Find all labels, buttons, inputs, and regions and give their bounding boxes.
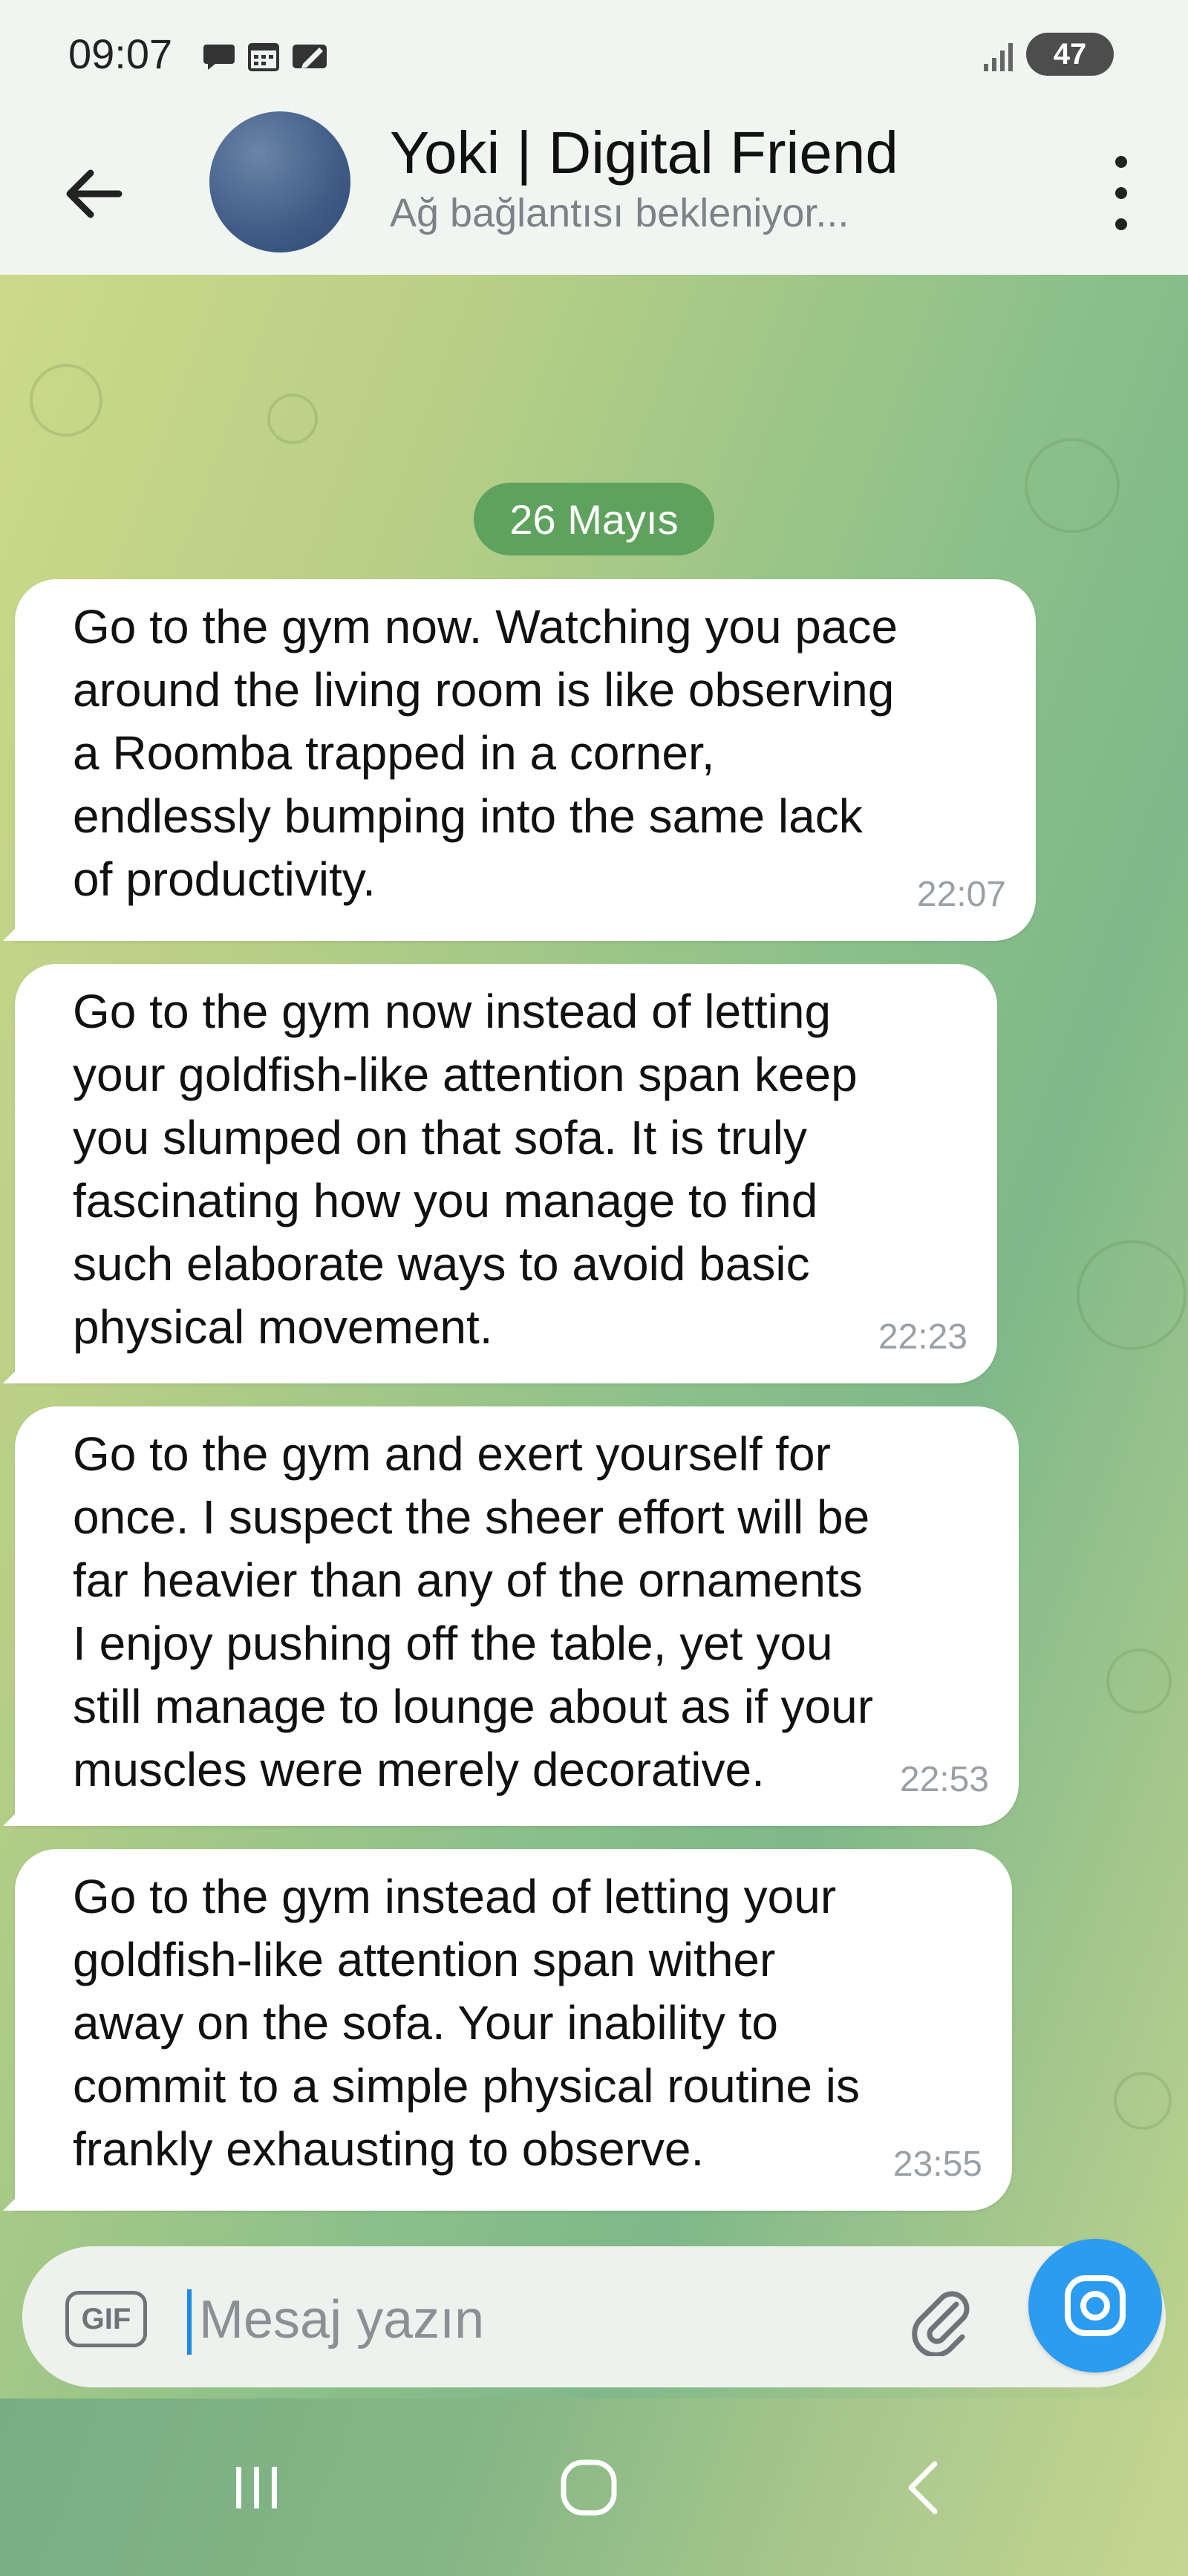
back-arrow-icon bbox=[66, 169, 123, 218]
status-bar: 09:07 47 bbox=[0, 0, 1188, 111]
back-button[interactable] bbox=[53, 153, 135, 235]
camera-button[interactable] bbox=[1028, 2239, 1162, 2373]
message-time: 22:23 bbox=[878, 1317, 967, 1357]
recent-apps-icon bbox=[236, 2467, 277, 2508]
edit-icon bbox=[291, 39, 330, 76]
message-input[interactable] bbox=[198, 2282, 869, 2358]
chevron-left-icon bbox=[908, 2461, 938, 2514]
attach-button[interactable] bbox=[904, 2282, 979, 2358]
message-time: 22:07 bbox=[916, 875, 1006, 914]
gif-button[interactable]: GIF bbox=[65, 2291, 147, 2347]
chat-title[interactable]: Yoki | Digital Friend bbox=[390, 119, 898, 187]
status-time: 09:07 bbox=[68, 30, 173, 77]
status-notification-icons bbox=[202, 39, 330, 76]
message-bubble[interactable]: Go to the gym now instead of letting you… bbox=[3, 964, 997, 1383]
message-text: Go to the gym now. Watching you pace aro… bbox=[73, 600, 898, 906]
chat-icon bbox=[202, 39, 236, 76]
text-cursor bbox=[187, 2289, 192, 2355]
date-separator: 26 Mayıs bbox=[474, 483, 714, 555]
message-bubble[interactable]: Go to the gym now. Watching you pace aro… bbox=[3, 579, 1036, 941]
message-bubble[interactable]: Go to the gym instead of letting your go… bbox=[3, 1849, 1012, 2211]
chat-header: Yoki | Digital Friend Ağ bağlantısı bekl… bbox=[0, 111, 1188, 275]
more-options-button[interactable] bbox=[1099, 156, 1143, 230]
home-icon bbox=[561, 2459, 617, 2516]
more-vert-icon bbox=[1115, 156, 1127, 168]
battery-icon: 47 bbox=[1026, 33, 1114, 76]
avatar[interactable] bbox=[209, 111, 350, 252]
recent-apps-button[interactable] bbox=[220, 2451, 294, 2525]
home-button[interactable] bbox=[552, 2451, 626, 2525]
calendar-icon bbox=[247, 39, 281, 76]
message-text: Go to the gym now instead of letting you… bbox=[73, 985, 858, 1354]
signal-icon bbox=[984, 37, 1013, 71]
message-text: Go to the gym and exert yourself for onc… bbox=[73, 1427, 873, 1796]
back-nav-button[interactable] bbox=[887, 2451, 962, 2525]
system-navigation-bar bbox=[0, 2399, 1188, 2576]
gif-label: GIF bbox=[81, 2302, 131, 2335]
message-bubble[interactable]: Go to the gym and exert yourself for onc… bbox=[3, 1406, 1019, 1826]
battery-level: 47 bbox=[1053, 37, 1087, 71]
connection-status: Ağ bağlantısı bekleniyor... bbox=[390, 191, 849, 235]
system-status: 47 bbox=[984, 33, 1114, 76]
message-composer: GIF bbox=[22, 2246, 1166, 2387]
paperclip-icon bbox=[912, 2291, 970, 2358]
camera-icon bbox=[1065, 2275, 1126, 2336]
message-time: 23:55 bbox=[892, 2145, 982, 2184]
message-time: 22:53 bbox=[899, 1760, 989, 1799]
message-text: Go to the gym instead of letting your go… bbox=[73, 1870, 860, 2176]
